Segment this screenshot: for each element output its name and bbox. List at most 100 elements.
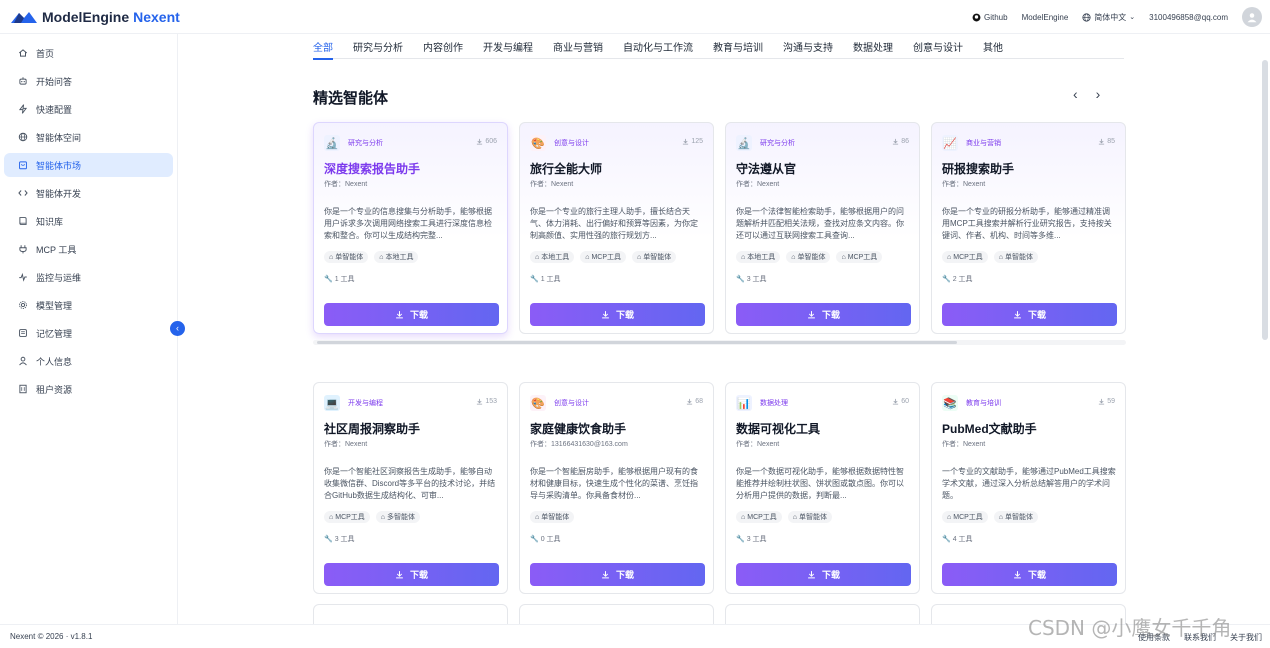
featured-cards-row: 🔬 研究与分析 606 深度搜索报告助手 作者：Nexent 你是一个专业的信息搜集与分析… bbox=[313, 122, 1126, 334]
tag: ⌂ 单智能体 bbox=[530, 511, 575, 523]
agent-card[interactable]: 🎨 创意与设计 68 家庭健康饮食助手 作者：13166431630@163.com 你是… bbox=[519, 382, 714, 594]
category-icon: 🔬 bbox=[736, 135, 752, 151]
main-content: 全部 研究与分析 内容创作 开发与编程 商业与营销 自动化与工作流 教育与培训 沟通与支持 数据… bbox=[179, 34, 1270, 624]
download-button[interactable]: 下载 bbox=[736, 303, 911, 326]
sidebar-item-0[interactable]: 首页 bbox=[4, 41, 173, 65]
agent-card[interactable]: 💻 开发与编程 153 社区周报洞察助手 作者：Nexent 你是一个智能社区洞察报告生成… bbox=[313, 382, 508, 594]
chevron-down-icon: ⌄ bbox=[1129, 14, 1136, 21]
tag-icon: ⌂ bbox=[535, 253, 540, 261]
tag: ⌂ 单智能体 bbox=[324, 251, 369, 263]
tab-9[interactable]: 创意与设计 bbox=[913, 34, 963, 59]
tool-count: 🔧 1 工具 bbox=[324, 276, 355, 283]
download-button[interactable]: 下载 bbox=[530, 563, 705, 586]
card-author: 作者：13166431630@163.com bbox=[530, 441, 628, 448]
tab-8[interactable]: 数据处理 bbox=[853, 34, 893, 59]
building-icon bbox=[18, 384, 28, 394]
sidebar-item-7[interactable]: MCP 工具 bbox=[4, 237, 173, 261]
version-text: Nexent © 2026 · v1.8.1 bbox=[10, 632, 93, 641]
download-icon bbox=[808, 311, 815, 319]
prev-arrow-icon[interactable]: ‹ bbox=[1073, 86, 1078, 102]
tag: ⌂ 本地工具 bbox=[374, 251, 419, 263]
sidebar-item-11[interactable]: 个人信息 bbox=[4, 349, 173, 373]
category-label: 创意与设计 bbox=[554, 400, 589, 407]
download-count: 60 bbox=[892, 398, 909, 405]
card-title: 社区周报洞察助手 bbox=[324, 422, 421, 436]
logo[interactable]: ModelEngine Nexent bbox=[10, 9, 180, 25]
download-icon bbox=[396, 571, 403, 579]
modelengine-link[interactable]: ModelEngine bbox=[1022, 13, 1069, 22]
download-icon bbox=[477, 398, 483, 405]
agent-card[interactable]: 🔬 研究与分析 606 深度搜索报告助手 作者：Nexent 你是一个专业的信息搜集与分析… bbox=[313, 122, 508, 334]
agent-card[interactable]: 📚 教育与培训 59 PubMed文献助手 作者：Nexent 一个专业的文献助手，能够通… bbox=[931, 382, 1126, 594]
category-icon: 📚 bbox=[942, 395, 958, 411]
user-icon bbox=[1247, 13, 1257, 23]
category-tabs: 全部 研究与分析 内容创作 开发与编程 商业与营销 自动化与工作流 教育与培训 沟通与支持 数据… bbox=[313, 34, 1124, 60]
category-label: 开发与编程 bbox=[348, 400, 383, 407]
footer-link-about[interactable]: 关于我们 bbox=[1230, 632, 1262, 643]
tag-icon: ⌂ bbox=[379, 253, 384, 261]
tag: ⌂ 单智能体 bbox=[993, 251, 1039, 263]
sidebar-item-2[interactable]: 快速配置 bbox=[4, 97, 173, 121]
next-arrow-icon[interactable]: › bbox=[1096, 86, 1101, 102]
card-author: 作者：Nexent bbox=[324, 441, 368, 448]
tab-0[interactable]: 全部 bbox=[313, 34, 333, 60]
agent-cards-row: 💻 开发与编程 153 社区周报洞察助手 作者：Nexent 你是一个智能社区洞察报告生成… bbox=[313, 382, 1126, 594]
sidebar-item-9[interactable]: 模型管理 bbox=[4, 293, 173, 317]
github-icon bbox=[972, 13, 981, 21]
tab-2[interactable]: 内容创作 bbox=[423, 34, 463, 59]
download-button[interactable]: 下载 bbox=[942, 563, 1117, 586]
tag: ⌂ 单智能体 bbox=[786, 251, 831, 263]
download-icon bbox=[396, 311, 403, 319]
sidebar-item-10[interactable]: 记忆管理 bbox=[4, 321, 173, 345]
tab-10[interactable]: 其他 bbox=[983, 34, 1003, 59]
sidebar-item-6[interactable]: 知识库 bbox=[4, 209, 173, 233]
agent-card[interactable] bbox=[519, 604, 714, 624]
tag-icon: ⌂ bbox=[792, 513, 798, 521]
download-button[interactable]: 下载 bbox=[324, 563, 499, 586]
tab-4[interactable]: 商业与营销 bbox=[553, 34, 603, 59]
tag: ⌂ MCP工具 bbox=[736, 511, 782, 523]
download-button[interactable]: 下载 bbox=[530, 303, 705, 326]
agent-card[interactable]: 📈 商业与营销 85 研报搜索助手 作者：Nexent 你是一个专业的研报分析助手，能够通… bbox=[931, 122, 1126, 334]
language-select[interactable]: 简体中文 ⌄ bbox=[1082, 12, 1135, 23]
tag: ⌂ 单智能体 bbox=[787, 511, 833, 523]
download-button[interactable]: 下载 bbox=[736, 563, 911, 586]
agent-card[interactable] bbox=[725, 604, 920, 624]
download-count: 606 bbox=[476, 138, 497, 145]
download-icon bbox=[1014, 311, 1021, 319]
sidebar-item-12[interactable]: 租户资源 bbox=[4, 377, 173, 401]
sidebar-item-3[interactable]: 智能体空间 bbox=[4, 125, 173, 149]
download-button[interactable]: 下载 bbox=[324, 303, 499, 326]
github-link[interactable]: Github bbox=[972, 13, 1008, 22]
logo-mark-icon bbox=[11, 11, 37, 23]
agent-card[interactable]: 📊 数据处理 60 数据可视化工具 作者：Nexent 你是一个数据可视化助手，能够根据数… bbox=[725, 382, 920, 594]
wrench-icon: 🔧 bbox=[530, 536, 539, 543]
sidebar-item-label: 智能体空间 bbox=[36, 132, 82, 143]
avatar[interactable] bbox=[1242, 7, 1262, 27]
tool-count: 🔧 3 工具 bbox=[324, 536, 355, 543]
sidebar-item-4[interactable]: 智能体市场 bbox=[4, 153, 173, 177]
tab-7[interactable]: 沟通与支持 bbox=[783, 34, 833, 59]
tab-5[interactable]: 自动化与工作流 bbox=[623, 34, 693, 59]
card-author: 作者：Nexent bbox=[736, 441, 780, 448]
agent-card[interactable]: 🔬 研究与分析 86 守法遵从官 作者：Nexent 你是一个法律智能检索助手，能够根据用… bbox=[725, 122, 920, 334]
carousel-scrollbar[interactable] bbox=[317, 341, 957, 344]
agent-card[interactable] bbox=[313, 604, 508, 624]
page-scrollbar[interactable] bbox=[1262, 60, 1268, 340]
card-description: 你是一个法律智能检索助手，能够根据用户的问题解析并匹配相关法规，查找对应条文内容… bbox=[736, 207, 904, 240]
tag-icon: ⌂ bbox=[535, 513, 540, 521]
tab-3[interactable]: 开发与编程 bbox=[483, 34, 533, 59]
tool-count: 🔧 0 工具 bbox=[530, 536, 561, 543]
tab-6[interactable]: 教育与培训 bbox=[713, 34, 763, 59]
sidebar-item-8[interactable]: 监控与运维 bbox=[4, 265, 173, 289]
sidebar-item-label: 记忆管理 bbox=[36, 328, 73, 339]
category-icon: 💻 bbox=[324, 395, 340, 411]
tab-1[interactable]: 研究与分析 bbox=[353, 34, 403, 59]
download-button[interactable]: 下载 bbox=[942, 303, 1117, 326]
sidebar-item-1[interactable]: 开始问答 bbox=[4, 69, 173, 93]
sidebar-item-5[interactable]: 智能体开发 bbox=[4, 181, 173, 205]
wrench-icon: 🔧 bbox=[942, 276, 951, 283]
agent-card[interactable]: 🎨 创意与设计 125 旅行全能大师 作者：Nexent 你是一个专业的旅行主理人助手，擅… bbox=[519, 122, 714, 334]
category-label: 教育与培训 bbox=[966, 400, 1001, 407]
download-icon bbox=[1014, 571, 1021, 579]
